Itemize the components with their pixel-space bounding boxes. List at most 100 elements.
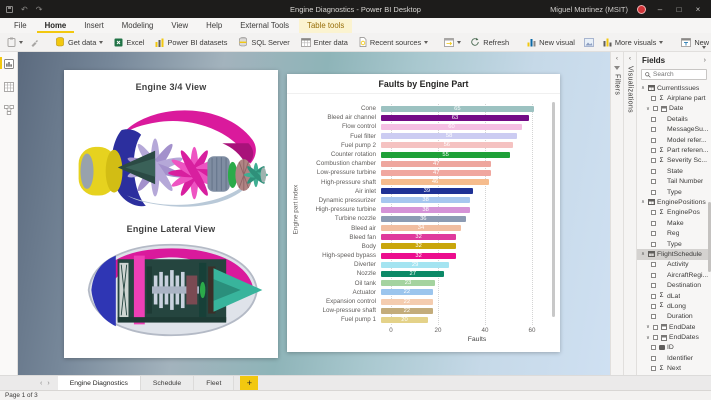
field-checkbox[interactable] [653, 325, 658, 330]
field-item-airplane-part[interactable]: ΣAirplane part [637, 93, 711, 103]
faults-bar-chart-visual[interactable]: Faults by Engine Part Engine part index … [287, 74, 560, 352]
format-painter-button[interactable] [27, 36, 42, 49]
field-item-messagesu-[interactable]: MessageSu... [637, 125, 711, 135]
minimize-button[interactable]: – [655, 5, 665, 14]
field-checkbox[interactable] [653, 335, 658, 340]
collapse-table-icon[interactable]: ∧ [640, 85, 646, 91]
power-bi-datasets-button[interactable]: Power BI datasets [150, 36, 232, 49]
field-item-enddate[interactable]: ∨EndDate [637, 322, 711, 332]
expand-visualizations-icon[interactable]: ‹ [629, 55, 631, 62]
data-view-button[interactable] [0, 81, 17, 93]
field-item-enddates[interactable]: ∨EndDates [637, 332, 711, 342]
fields-scrollbar[interactable] [708, 202, 711, 272]
paste-button[interactable] [4, 35, 26, 49]
field-checkbox[interactable] [651, 314, 656, 319]
field-item-origin[interactable]: Origin [637, 374, 711, 375]
tab-insert[interactable]: Insert [76, 19, 112, 33]
field-item-type[interactable]: Type [637, 239, 711, 249]
field-checkbox[interactable] [651, 283, 656, 288]
field-item-tail-number[interactable]: Tail Number [637, 177, 711, 187]
tab-external-tools[interactable]: External Tools [232, 19, 297, 33]
field-item-destination[interactable]: Destination [637, 280, 711, 290]
field-item-activity[interactable]: Activity [637, 260, 711, 270]
field-item-state[interactable]: State [637, 166, 711, 176]
recent-sources-button[interactable]: Recent sources [354, 35, 433, 49]
enter-data-button[interactable]: Enter data [296, 36, 353, 49]
engine-views-visual[interactable]: Engine 3/4 View [64, 70, 278, 358]
field-item-date[interactable]: ∨Date [637, 104, 711, 114]
field-checkbox[interactable] [651, 96, 656, 101]
field-checkbox[interactable] [651, 304, 656, 309]
field-table-flightschedule[interactable]: ∧FlightSchedule [637, 249, 711, 259]
tab-home[interactable]: Home [37, 19, 75, 33]
user-account-label[interactable]: Miguel Martinez (MSIT) [550, 5, 628, 14]
collapse-table-icon[interactable]: ∧ [640, 199, 646, 205]
field-checkbox[interactable] [651, 190, 656, 195]
maximize-button[interactable]: □ [674, 5, 684, 14]
collapse-ribbon-icon[interactable] [702, 46, 706, 49]
field-checkbox[interactable] [651, 221, 656, 226]
page-tab-engine-diagnostics[interactable]: Engine Diagnostics [58, 376, 141, 390]
field-checkbox[interactable] [651, 273, 656, 278]
field-checkbox[interactable] [651, 242, 656, 247]
field-checkbox[interactable] [651, 294, 656, 299]
field-checkbox[interactable] [651, 345, 656, 350]
visualizations-pane-collapsed[interactable]: ‹ Visualizations [623, 52, 636, 375]
field-checkbox[interactable] [651, 262, 656, 267]
field-checkbox[interactable] [651, 117, 656, 122]
field-item-dlong[interactable]: ΣdLong [637, 301, 711, 311]
page-tab-fleet[interactable]: Fleet [194, 376, 234, 390]
tab-modeling[interactable]: Modeling [114, 19, 162, 33]
search-input[interactable] [653, 71, 703, 78]
field-item-aircraftregi-[interactable]: AircraftRegi... [637, 270, 711, 280]
user-avatar[interactable] [637, 5, 646, 14]
field-checkbox[interactable] [651, 138, 656, 143]
refresh-button[interactable]: Refresh [465, 35, 514, 49]
close-button[interactable]: × [693, 5, 703, 14]
expand-filters-icon[interactable]: ‹ [616, 55, 618, 62]
field-checkbox[interactable] [651, 231, 656, 236]
field-checkbox[interactable] [651, 210, 656, 215]
collapse-table-icon[interactable]: ∧ [640, 251, 646, 257]
field-item-enginepos[interactable]: ΣEnginePos [637, 208, 711, 218]
field-checkbox[interactable] [651, 158, 656, 163]
more-visuals-button[interactable]: More visuals [598, 36, 668, 49]
field-item-reg[interactable]: Reg [637, 228, 711, 238]
field-checkbox[interactable] [651, 148, 656, 153]
field-checkbox[interactable] [653, 106, 658, 111]
tab-help[interactable]: Help [198, 19, 230, 33]
field-item-dlat[interactable]: ΣdLat [637, 291, 711, 301]
page-tab-prev-icon[interactable]: ‹ [40, 380, 42, 387]
report-view-button[interactable] [0, 58, 17, 70]
page-tab-schedule[interactable]: Schedule [141, 376, 194, 390]
field-checkbox[interactable] [651, 366, 656, 371]
field-item-model-refer-[interactable]: Model refer... [637, 135, 711, 145]
field-checkbox[interactable] [651, 356, 656, 361]
field-item-duration[interactable]: Duration [637, 312, 711, 322]
expand-field-icon[interactable]: ∨ [645, 335, 651, 341]
field-checkbox[interactable] [651, 169, 656, 174]
excel-button[interactable]: Excel [109, 36, 149, 49]
expand-field-icon[interactable]: ∨ [645, 324, 651, 330]
report-canvas[interactable]: Engine 3/4 View [18, 52, 610, 375]
model-view-button[interactable] [0, 104, 17, 116]
new-page-button[interactable]: + [240, 376, 258, 390]
menu-file[interactable]: File [6, 19, 35, 33]
field-item-id[interactable]: ID [637, 343, 711, 353]
field-table-enginepositions[interactable]: ∧EnginePositions [637, 197, 711, 207]
collapse-fields-icon[interactable]: › [704, 57, 706, 64]
field-item-make[interactable]: Make [637, 218, 711, 228]
field-item-details[interactable]: Details [637, 114, 711, 124]
field-checkbox[interactable] [651, 179, 656, 184]
chart-scrollbar[interactable] [552, 102, 556, 317]
tab-table-tools[interactable]: Table tools [299, 19, 352, 33]
field-item-type[interactable]: Type [637, 187, 711, 197]
tab-view[interactable]: View [163, 19, 196, 33]
text-box-button[interactable] [581, 36, 597, 49]
new-visual-button[interactable]: New visual [522, 36, 580, 49]
save-icon[interactable] [6, 6, 13, 13]
field-item-part-referen-[interactable]: ΣPart referen... [637, 145, 711, 155]
redo-icon[interactable]: ↷ [36, 5, 43, 14]
transform-data-button[interactable] [441, 36, 464, 49]
field-table-currentissues[interactable]: ∧CurrentIssues [637, 83, 711, 93]
